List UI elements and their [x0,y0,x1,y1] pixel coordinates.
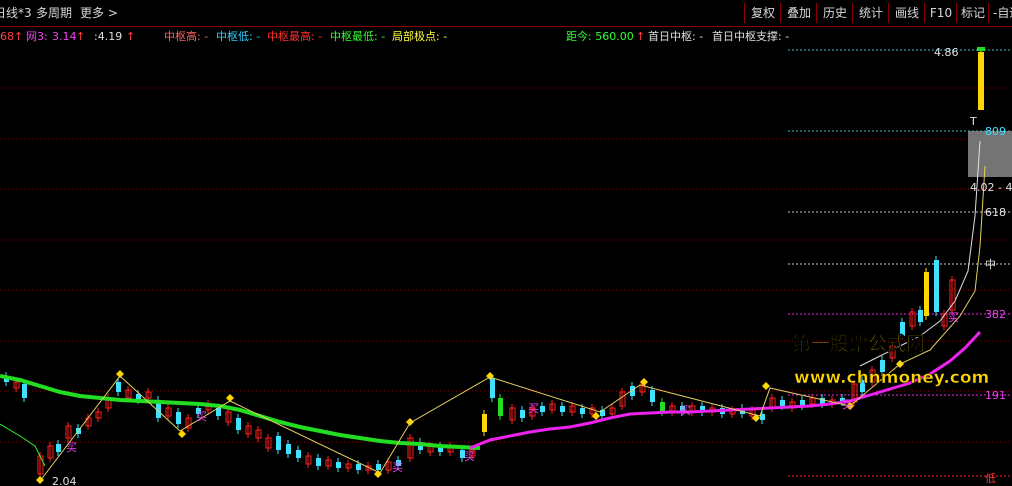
price-top-label: 4.86 [934,46,959,59]
zs-high: 中枢高: - [164,30,209,43]
mark-button[interactable]: 标记 [956,3,989,23]
candle-body [660,402,665,412]
candle-body [924,272,929,316]
statistics-button[interactable]: 统计 [852,3,889,23]
period-daily-tab[interactable]: 日线*3 [0,4,32,22]
more-menu-button[interactable]: 更多 > [80,4,118,22]
fibo-191-label: 191 [985,389,1006,402]
svg-text:买: 买 [680,404,691,417]
svg-text:买: 买 [528,402,539,415]
candle-body [336,462,341,468]
fibo-382-label: 382 [985,308,1006,321]
candle-body [918,310,923,322]
svg-text:买: 买 [196,410,207,423]
second-value: :4.19 [94,30,123,43]
overlay-button[interactable]: 叠加 [780,3,817,23]
fibo-618-label: 618 [985,206,1006,219]
candle-body [176,412,181,424]
candle-body [498,398,503,416]
history-button[interactable]: 历史 [816,3,853,23]
svg-text:买: 买 [392,461,403,474]
candle-body [580,408,585,414]
candle-body [482,414,487,432]
candle-body [316,458,321,466]
top-toolbar: 日线*3 多周期 更多 > 复权 叠加 历史 统计 画线 F10 标记 -自适 [0,0,1012,27]
wang-label: 网3: [26,30,48,43]
svg-text:买: 买 [948,311,959,324]
up-arrow-icon: ↑ [126,30,136,43]
pivot-diamond-marker [178,430,186,438]
watermark-url: www.chnmoney.com [794,368,989,388]
pivot-diamond-marker [406,418,414,426]
indicator-info-bar: 68 ↑ 网3: 3.14 ↑ :4.19 ↑ 中枢高: - 中枢低: - 中枢… [0,28,1012,46]
candlestick-chart[interactable]: 4.86 T 809 4.02 - 4 618 中 382 191 低 2.04… [0,46,1012,486]
multi-period-tab[interactable]: 多周期 [36,4,72,22]
candle-body [490,378,495,398]
marker-t: T [969,115,977,128]
up-arrow-icon: ↑ [636,30,646,43]
fuquan-button[interactable]: 复权 [744,3,781,23]
up-arrow-icon: ↑ [76,30,86,43]
range-label: 4.02 - 4 [970,181,1012,194]
up-arrow-icon: ↑ [14,30,24,43]
candle-body [22,384,27,398]
candle-body [650,390,655,402]
f10-button[interactable]: F10 [924,3,957,23]
wang-value: 3.14 [52,30,77,43]
watermark-title: 第一股票公式网 [792,332,925,355]
candle-body [236,418,241,430]
auto-fit-button[interactable]: -自适 [988,3,1012,23]
candle-body [560,406,565,412]
candle-body [520,410,525,418]
fibo-809-label: 809 [985,125,1006,138]
candle-body [276,436,281,450]
pivot-diamond-marker [762,382,770,390]
draw-line-button[interactable]: 画线 [888,3,925,23]
candle-body [116,382,121,392]
min-price-label: 2.04 [52,475,77,486]
candle-body [296,450,301,458]
ma-green-line [0,374,481,450]
candle-body [376,464,381,470]
candle-body [286,444,291,454]
first-day-zs-support: 首日中枢支撑: - [712,30,790,43]
mid-label: 中 [985,258,996,271]
candle-body [780,400,785,406]
zs-highest: 中枢最高: - [267,30,323,43]
pivot-diamond-marker [592,412,600,420]
local-extreme: 局部极点: - [392,30,448,43]
info-left-number: 68 [0,30,14,43]
low-marker-label: 低 [985,472,996,485]
svg-text:买: 买 [66,441,77,454]
top-yellow-candle [978,52,984,110]
first-day-zs: 首日中枢: - [648,30,704,43]
zs-low: 中枢低: - [216,30,261,43]
svg-text:买: 买 [842,398,853,411]
zs-lowest: 中枢最低: - [330,30,386,43]
svg-text:买: 买 [464,450,475,463]
candle-body [56,444,61,452]
candle-body [540,406,545,412]
stock-chart-window: 日线*3 多周期 更多 > 复权 叠加 历史 统计 画线 F10 标记 -自适 … [0,0,1012,486]
candle-body [934,260,939,312]
candle-body [356,464,361,470]
distance: 距今: 560.00 [566,30,634,43]
